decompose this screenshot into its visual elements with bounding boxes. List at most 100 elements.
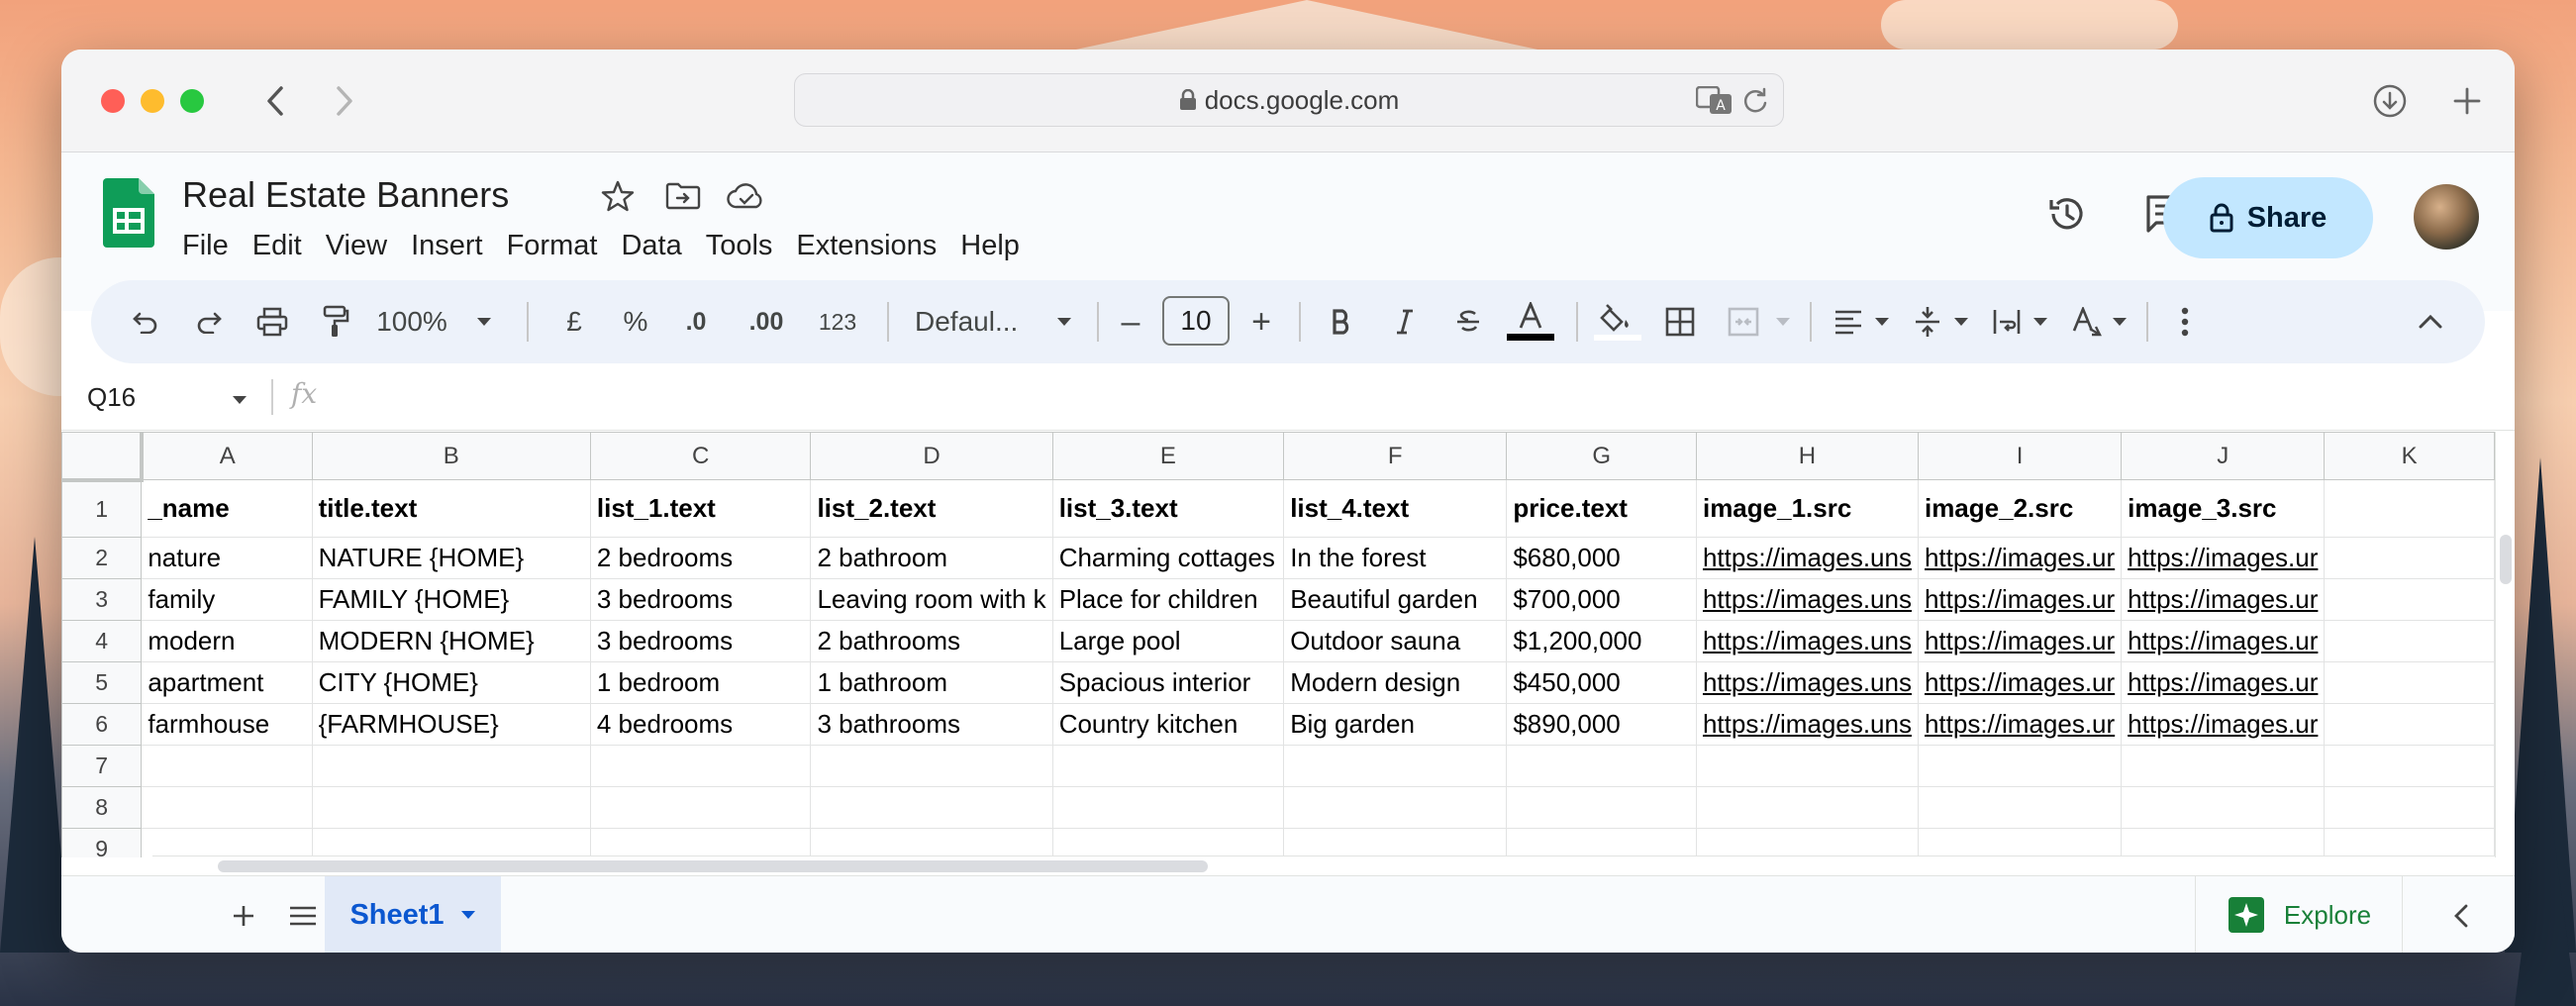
back-button[interactable] [253,79,297,123]
cell-k5[interactable] [2324,661,2495,704]
column-header-j[interactable]: J [2121,432,2326,480]
share-button[interactable]: Share [2163,177,2373,258]
column-header-a[interactable]: A [141,432,313,480]
row-header[interactable]: 8 [61,786,143,829]
cell-j2[interactable]: https://images.ur [2121,537,2326,579]
horizontal-align-icon[interactable] [1824,280,1873,363]
cell-f8[interactable] [1283,786,1508,829]
cell-b5[interactable]: CITY {HOME} [311,661,591,704]
cell-e1[interactable]: list_3.text [1051,479,1285,538]
cell-d3[interactable]: Leaving room with k [810,578,1053,621]
name-box-dropdown-icon[interactable] [232,395,248,405]
cell-k7[interactable] [2324,745,2495,787]
cell-e6[interactable]: Country kitchen [1051,703,1285,746]
merge-cells-icon[interactable] [1719,280,1768,363]
zoom-select[interactable]: 100% [372,280,451,363]
cell-g2[interactable]: $680,000 [1506,537,1697,579]
column-header-c[interactable]: C [589,432,812,480]
version-history-icon[interactable] [2039,186,2095,242]
row-header[interactable]: 4 [61,620,143,662]
cell-c8[interactable] [589,786,812,829]
menu-view[interactable]: View [314,226,399,266]
side-panel-toggle[interactable] [2439,894,2483,938]
address-bar[interactable]: docs.google.com A [794,73,1784,127]
cell-h9[interactable] [1695,828,1919,857]
increase-font-size-button[interactable]: + [1241,280,1281,363]
cell-e8[interactable] [1051,786,1285,829]
cell-k3[interactable] [2324,578,2495,621]
cell-a8[interactable] [141,786,313,829]
print-icon[interactable] [248,280,297,363]
cell-b3[interactable]: FAMILY {HOME} [311,578,591,621]
cell-a9[interactable] [141,828,313,857]
cell-j5[interactable]: https://images.ur [2121,661,2326,704]
cell-a1[interactable]: _name [141,479,313,538]
menu-data[interactable]: Data [609,226,693,266]
cell-h3[interactable]: https://images.uns [1695,578,1919,621]
cell-g5[interactable]: $450,000 [1506,661,1697,704]
cell-i2[interactable]: https://images.ur [1917,537,2123,579]
menu-tools[interactable]: Tools [694,226,785,266]
redo-icon[interactable] [184,280,234,363]
menu-format[interactable]: Format [495,226,610,266]
font-dropdown-icon[interactable] [1049,280,1079,363]
cell-g3[interactable]: $700,000 [1506,578,1697,621]
cell-h5[interactable]: https://images.uns [1695,661,1919,704]
cell-d4[interactable]: 2 bathrooms [810,620,1053,662]
explore-button[interactable]: Explore [2195,876,2403,953]
reload-icon[interactable] [1741,86,1769,116]
cell-h8[interactable] [1695,786,1919,829]
cell-h2[interactable]: https://images.uns [1695,537,1919,579]
cell-j7[interactable] [2121,745,2326,787]
cell-j8[interactable] [2121,786,2326,829]
cell-c5[interactable]: 1 bedroom [589,661,812,704]
bold-icon[interactable] [1317,280,1366,363]
row-header[interactable]: 5 [61,661,143,704]
column-header-i[interactable]: I [1917,432,2123,480]
cell-d6[interactable]: 3 bathrooms [810,703,1053,746]
row-header[interactable]: 3 [61,578,143,621]
cell-e7[interactable] [1051,745,1285,787]
cell-c4[interactable]: 3 bedrooms [589,620,812,662]
cell-d2[interactable]: 2 bathroom [810,537,1053,579]
cell-a5[interactable]: apartment [141,661,313,704]
cell-k6[interactable] [2324,703,2495,746]
cell-i5[interactable]: https://images.ur [1917,661,2123,704]
tab-sheet1[interactable]: Sheet1 [325,876,501,953]
cell-g8[interactable] [1506,786,1697,829]
more-formats-button[interactable]: 123 [808,280,867,363]
cell-g7[interactable] [1506,745,1697,787]
cell-a4[interactable]: modern [141,620,313,662]
cell-c9[interactable] [589,828,812,857]
menu-extensions[interactable]: Extensions [784,226,948,266]
cell-i7[interactable] [1917,745,2123,787]
sheets-logo-icon[interactable] [103,178,154,248]
row-header[interactable]: 2 [61,537,143,579]
cell-g6[interactable]: $890,000 [1506,703,1697,746]
cell-e3[interactable]: Place for children [1051,578,1285,621]
column-header-e[interactable]: E [1051,432,1285,480]
cell-f4[interactable]: Outdoor sauna [1283,620,1508,662]
cell-b8[interactable] [311,786,591,829]
zoom-dropdown-icon[interactable] [469,280,499,363]
cell-h7[interactable] [1695,745,1919,787]
cell-k9[interactable] [2324,828,2495,857]
cell-h1[interactable]: image_1.src [1695,479,1919,538]
italic-icon[interactable] [1380,280,1430,363]
minimize-window-button[interactable] [141,89,164,113]
cell-k4[interactable] [2324,620,2495,662]
cell-d1[interactable]: list_2.text [810,479,1053,538]
column-header-d[interactable]: D [810,432,1053,480]
row-header[interactable]: 6 [61,703,143,746]
zoom-window-button[interactable] [180,89,204,113]
cell-f3[interactable]: Beautiful garden [1283,578,1508,621]
cell-e5[interactable]: Spacious interior [1051,661,1285,704]
chevron-down-icon[interactable] [460,910,476,920]
cell-d7[interactable] [810,745,1053,787]
cell-j1[interactable]: image_3.src [2121,479,2326,538]
cell-g1[interactable]: price.text [1506,479,1697,538]
menu-file[interactable]: File [182,226,241,266]
close-window-button[interactable] [101,89,125,113]
downloads-button[interactable] [2368,79,2412,123]
cell-c1[interactable]: list_1.text [589,479,812,538]
